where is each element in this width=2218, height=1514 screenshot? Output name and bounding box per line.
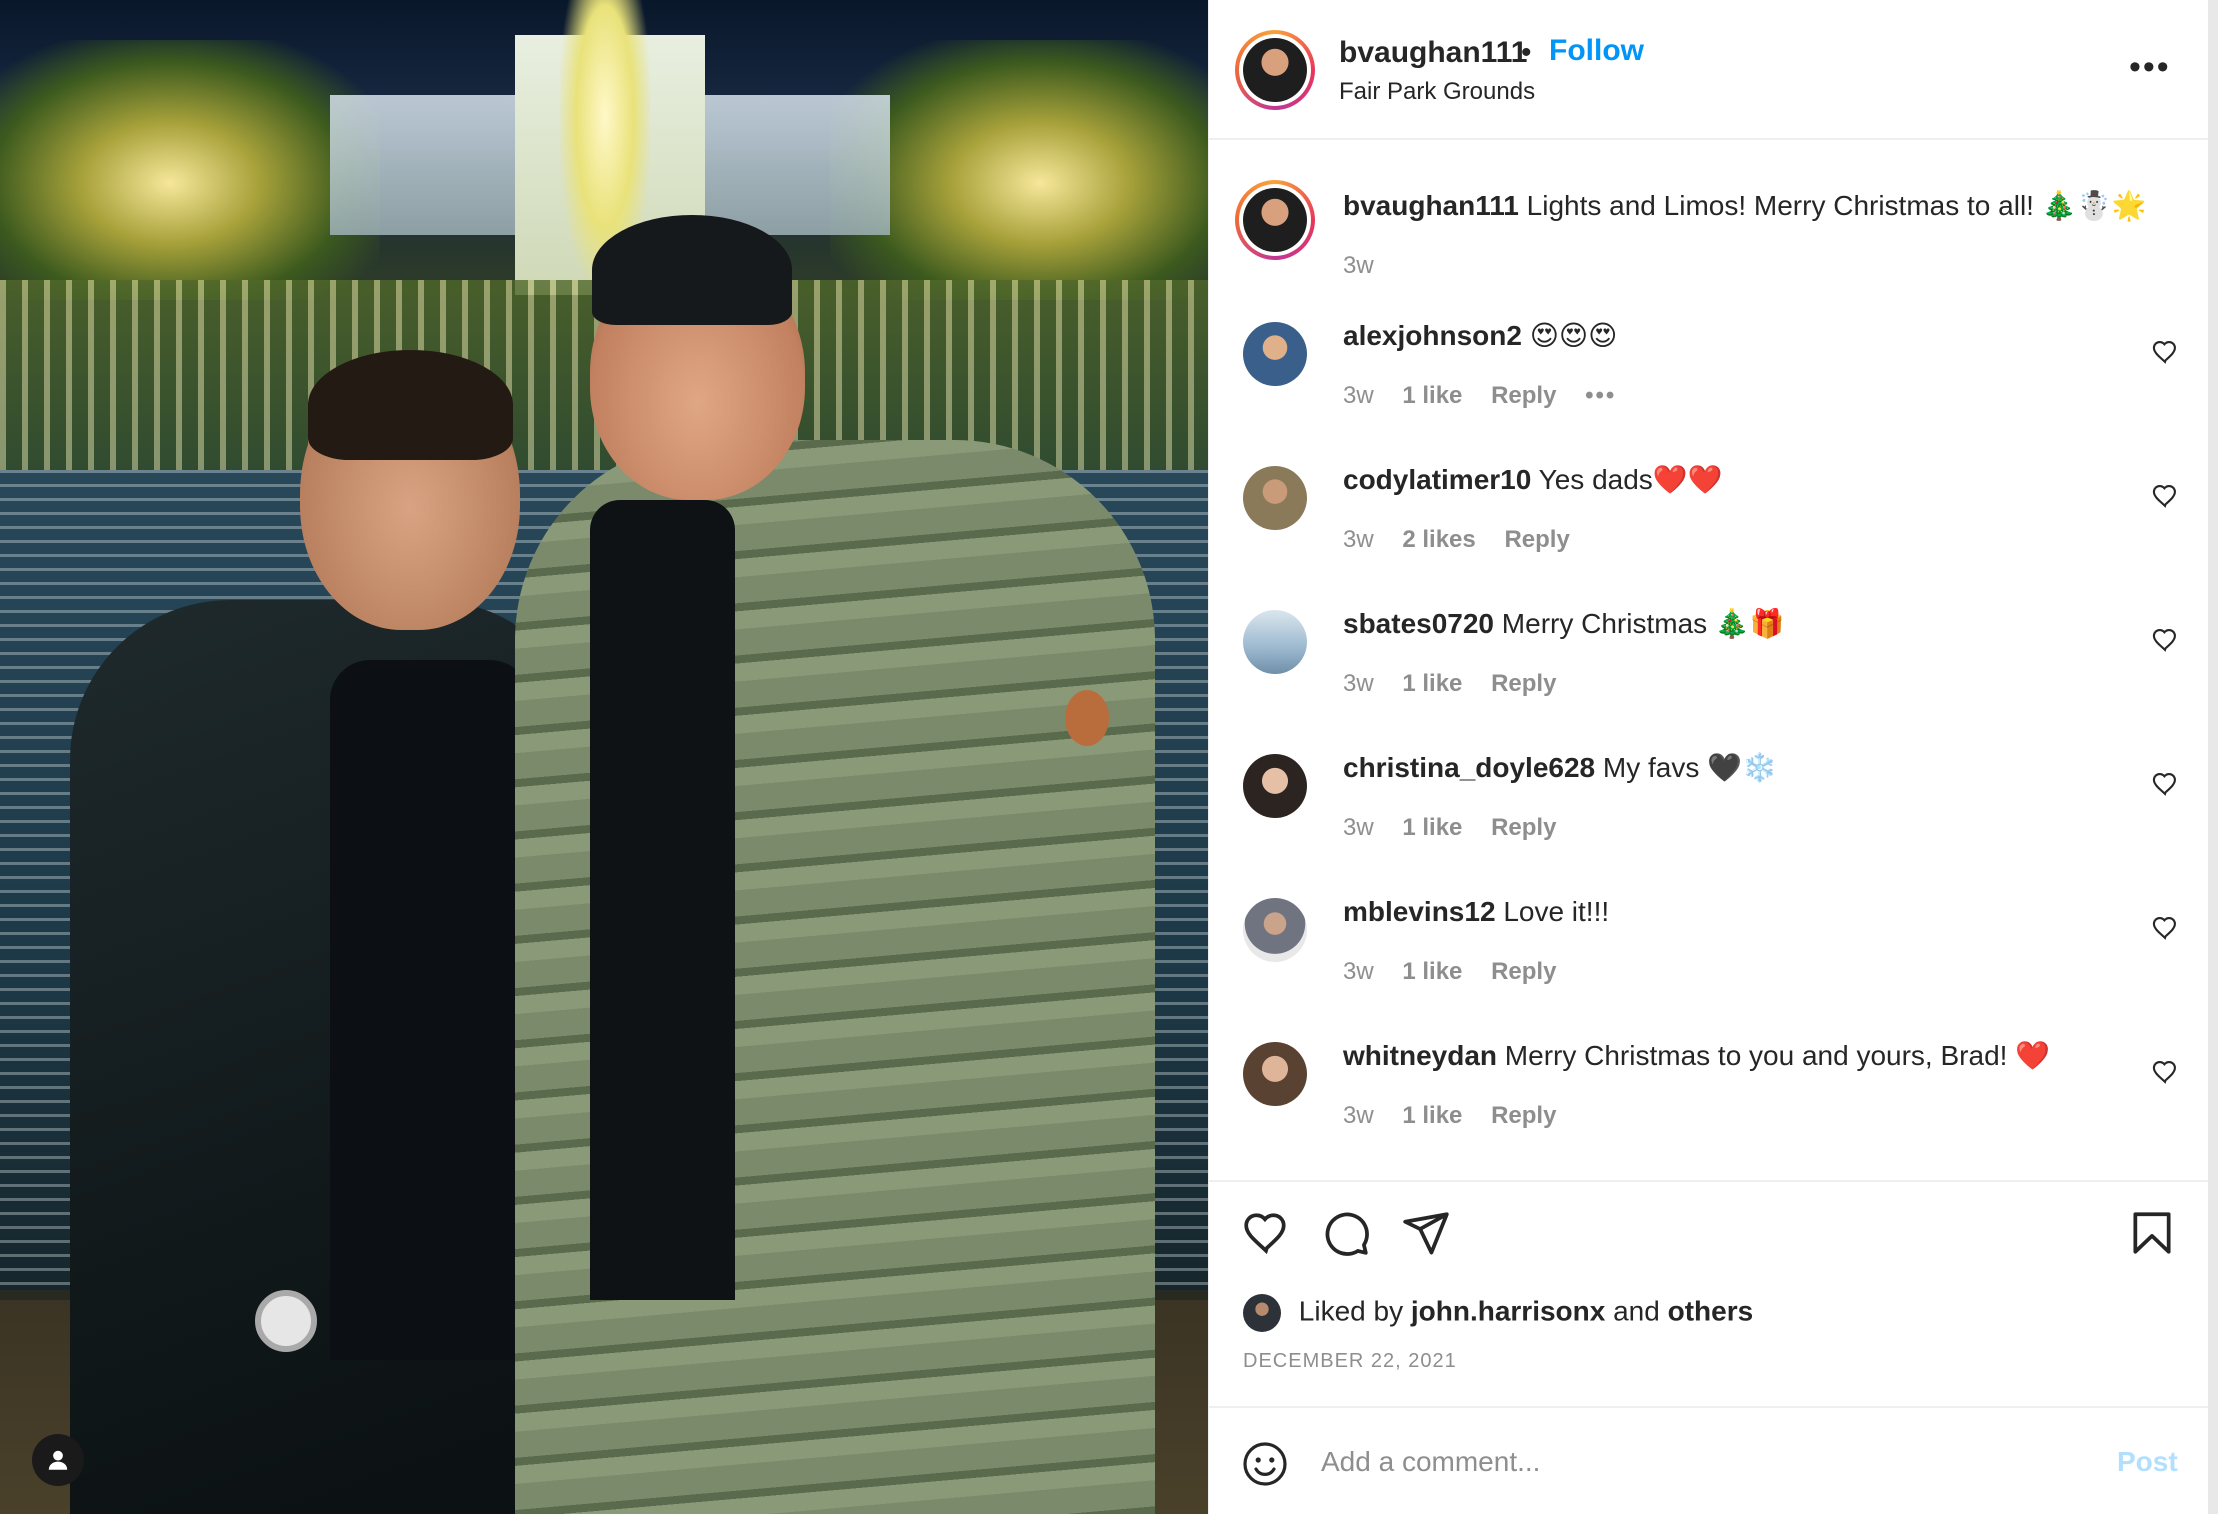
comment-avatar[interactable] <box>1243 466 1307 530</box>
comment-time: 3w <box>1343 670 1374 697</box>
comment-username[interactable]: mblevins12 <box>1343 896 1496 927</box>
post-comment-button[interactable]: Post <box>2117 1446 2178 1478</box>
comment-item: whitneydan Merry Christmas to you and yo… <box>1209 1026 2209 1170</box>
comment-likes[interactable]: 1 like <box>1402 1102 1462 1129</box>
comment-time: 3w <box>1343 1102 1374 1129</box>
comment-item: mblevins12 Love it!!! 3w 1 like Reply <box>1209 882 2209 1026</box>
comment-username[interactable]: codylatimer10 <box>1343 464 1531 495</box>
header-separator: • <box>1521 36 1532 69</box>
liked-by-and: and <box>1613 1295 1660 1327</box>
post-header: bvaughan111 • Follow Fair Park Grounds •… <box>1209 0 2209 140</box>
comment-item: christina_doyle628 My favs 🖤❄️ 3w 1 like… <box>1209 738 2209 882</box>
comment-text: Love it!!! <box>1503 896 1610 927</box>
comment-like-heart-icon[interactable] <box>2151 626 2179 654</box>
photo-lit-trees-left <box>0 40 380 300</box>
comment-time: 3w <box>1343 958 1374 985</box>
comment-item: sbates0720 Merry Christmas 🎄🎁 3w 1 like … <box>1209 594 2209 738</box>
comment-username[interactable]: whitneydan <box>1343 1040 1497 1071</box>
comment-avatar[interactable] <box>1243 1042 1307 1106</box>
comment-icon[interactable] <box>1321 1208 1371 1258</box>
photo-person-right-shirt <box>590 500 735 1300</box>
comment-avatar[interactable] <box>1243 754 1307 818</box>
caption-time: 3w <box>1343 252 1374 279</box>
follow-button[interactable]: Follow <box>1549 34 1644 68</box>
comment-composer: Post <box>1209 1406 2209 1514</box>
more-options-icon[interactable]: ••• <box>2129 48 2171 87</box>
post-date[interactable]: DECEMBER 22, 2021 <box>1243 1350 1457 1373</box>
comment-like-heart-icon[interactable] <box>2151 770 2179 798</box>
post-photo[interactable] <box>0 0 1208 1514</box>
share-icon[interactable] <box>1401 1208 1451 1258</box>
comment-time: 3w <box>1343 814 1374 841</box>
comment-reply-button[interactable]: Reply <box>1491 670 1556 697</box>
comment-time: 3w <box>1343 526 1374 553</box>
comment-time: 3w <box>1343 382 1374 409</box>
comment-avatar[interactable] <box>1243 898 1307 962</box>
comments-list[interactable]: bvaughan111 Lights and Limos! Merry Chri… <box>1209 140 2209 1180</box>
comment-likes[interactable]: 1 like <box>1402 958 1462 985</box>
comment-reply-button[interactable]: Reply <box>1491 814 1556 841</box>
window-edge <box>2208 0 2218 1514</box>
photo-person-right-cap <box>592 215 792 325</box>
author-avatar[interactable] <box>1235 30 1315 110</box>
user-tag-icon <box>48 1450 68 1470</box>
photo-person-left-shirt <box>330 660 530 1360</box>
liked-by-summary: Liked by john.harrisonx and others <box>1243 1294 1753 1332</box>
post-location[interactable]: Fair Park Grounds <box>1339 78 1535 106</box>
comment-likes[interactable]: 1 like <box>1402 382 1462 409</box>
comment-likes[interactable]: 2 likes <box>1402 526 1475 553</box>
caption-text: Lights and Limos! Merry Christmas to all… <box>1526 190 2147 221</box>
post-actions-bar: Liked by john.harrisonx and others DECEM… <box>1209 1180 2209 1410</box>
photo-jacket-patch <box>1065 690 1109 746</box>
liked-by-user[interactable]: john.harrisonx <box>1411 1295 1605 1326</box>
caption-avatar[interactable] <box>1235 180 1315 260</box>
comment-username[interactable]: alexjohnson2 <box>1343 320 1522 351</box>
comment-username[interactable]: christina_doyle628 <box>1343 752 1595 783</box>
emoji-icon[interactable] <box>1241 1440 1289 1488</box>
comment-likes[interactable]: 1 like <box>1402 814 1462 841</box>
comment-like-heart-icon[interactable] <box>2151 482 2179 510</box>
comment-more-options-icon[interactable]: ••• <box>1585 382 1616 409</box>
bookmark-icon[interactable] <box>2127 1208 2177 1258</box>
comment-username[interactable]: sbates0720 <box>1343 608 1494 639</box>
comment-avatar[interactable] <box>1243 610 1307 674</box>
liked-by-prefix: Liked by <box>1298 1295 1404 1327</box>
comment-likes[interactable]: 1 like <box>1402 670 1462 697</box>
comment-like-heart-icon[interactable] <box>2151 338 2179 366</box>
photo-person-left-hair <box>308 350 513 460</box>
comment-item: codylatimer10 Yes dads❤️❤️ 3w 2 likes Re… <box>1209 450 2209 594</box>
comment-text: Merry Christmas to you and yours, Brad! … <box>1504 1040 2051 1071</box>
liked-by-others[interactable]: others <box>1668 1295 1754 1326</box>
comment-reply-button[interactable]: Reply <box>1491 958 1556 985</box>
liked-by-avatar[interactable] <box>1243 1294 1281 1332</box>
user-tag-button[interactable] <box>32 1434 84 1486</box>
comment-text: Yes dads❤️❤️ <box>1538 464 1723 495</box>
add-comment-input[interactable] <box>1321 1434 2081 1490</box>
comment-like-heart-icon[interactable] <box>2151 1058 2179 1086</box>
post-details-panel: bvaughan111 • Follow Fair Park Grounds •… <box>1208 0 2209 1514</box>
photo-wristwatch <box>255 1290 317 1352</box>
comment-avatar[interactable] <box>1243 322 1307 386</box>
comment-text: Merry Christmas 🎄🎁 <box>1501 608 1785 639</box>
comment-reply-button[interactable]: Reply <box>1504 526 1569 553</box>
author-username[interactable]: bvaughan111 <box>1339 36 1527 70</box>
heart-icon[interactable] <box>1241 1208 1291 1258</box>
comment-reply-button[interactable]: Reply <box>1491 382 1556 409</box>
comment-text: 😍😍😍 <box>1529 320 1618 351</box>
comment-text: My favs 🖤❄️ <box>1602 752 1777 783</box>
comment-like-heart-icon[interactable] <box>2151 914 2179 942</box>
caption-username[interactable]: bvaughan111 <box>1343 190 1519 221</box>
comment-reply-button[interactable]: Reply <box>1491 1102 1556 1129</box>
comment-item: alexjohnson2 😍😍😍 3w 1 like Reply ••• <box>1209 306 2209 450</box>
